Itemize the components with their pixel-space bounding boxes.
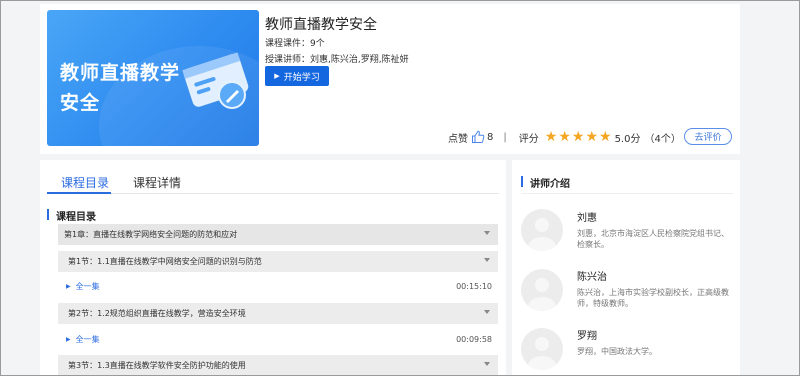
cover-title: 教师直播教学安全 xyxy=(60,62,181,114)
course-lecturers: 授课讲师：刘惠,陈兴治,罗翔,陈祉妍 xyxy=(265,55,409,65)
user-placeholder-icon xyxy=(528,278,556,311)
chapter-row[interactable]: 第1章：直播在线教学网络安全问题的防范和应对 xyxy=(58,224,498,245)
course-cover-image[interactable]: 教师直播教学安全 xyxy=(47,10,259,146)
episode-row[interactable]: ▶ 全一集 00:15:10 xyxy=(58,276,498,297)
lecturer-description: 陈兴治，上海市实验学校副校长，正高级教师，特级教师。 xyxy=(577,288,729,308)
lecturer-description: 罗翔，中国政法大学。 xyxy=(577,347,657,356)
lecturer-name: 刘惠 xyxy=(577,213,597,224)
rating-stars: ★ ★ ★ ★ ★ xyxy=(545,130,613,144)
play-triangle-icon: ▶ xyxy=(66,283,71,290)
tab-bar: 课程目录 课程详情 xyxy=(47,170,499,194)
rate-button[interactable]: 去评价 xyxy=(684,128,732,145)
star-icon: ★ xyxy=(599,129,612,145)
divider xyxy=(521,193,733,194)
avatar[interactable] xyxy=(521,209,563,251)
section-title: 第2节：1.2规范组织直播在线教学，营造安全环境 xyxy=(68,309,246,318)
section-row[interactable]: 第2节：1.2规范组织直播在线教学，营造安全环境 xyxy=(58,303,498,324)
likes-count: 8 xyxy=(487,131,494,143)
section-row[interactable]: 第1节：1.1直播在线教学中网络安全问题的识别与防范 xyxy=(58,251,498,272)
card-pencil-icon xyxy=(182,52,249,109)
episode-row[interactable]: ▶ 全一集 00:09:58 xyxy=(58,329,498,350)
lecturer-name: 陈兴治 xyxy=(577,272,607,283)
chevron-down-icon xyxy=(484,362,490,366)
star-icon: ★ xyxy=(585,129,598,145)
section-title: 第1节：1.1直播在线教学中网络安全问题的识别与防范 xyxy=(68,257,262,266)
section-row[interactable]: 第3节：1.3直播在线教学软件安全防护功能的使用 xyxy=(58,355,498,376)
thumbs-up-icon[interactable] xyxy=(471,130,485,144)
play-triangle-icon: ▶ xyxy=(66,336,71,343)
course-header-card: 教师直播教学安全 教师直播教学安全 课程课件：9个 授课讲师：刘惠,陈兴治,罗翔… xyxy=(40,4,740,154)
course-title: 教师直播教学安全 xyxy=(265,17,377,33)
episode-title: 全一集 xyxy=(75,282,100,291)
start-learning-label: 开始学习 xyxy=(283,72,320,83)
active-tab-indicator xyxy=(47,192,111,194)
star-icon: ★ xyxy=(558,129,571,145)
avatar[interactable] xyxy=(521,269,563,311)
catalog-title: 课程目录 xyxy=(47,208,96,223)
lecturer-panel-title: 讲师介绍 xyxy=(521,175,570,190)
rating-count: （4个） xyxy=(644,133,681,145)
star-icon: ★ xyxy=(544,129,558,145)
user-placeholder-icon xyxy=(528,337,556,370)
tab-catalog[interactable]: 课程目录 xyxy=(61,174,109,191)
lecturer-name: 罗翔 xyxy=(577,331,597,342)
play-icon: ▶ xyxy=(274,72,280,80)
catalog-card: 课程目录 课程详情 课程目录 第1章：直播在线教学网络安全问题的防范和应对 第1… xyxy=(40,160,506,376)
avatar[interactable] xyxy=(521,328,563,370)
course-count: 课程课件：9个 xyxy=(265,39,325,49)
chevron-down-icon xyxy=(484,310,490,314)
episode-duration: 00:09:58 xyxy=(456,335,492,344)
section-title: 第3节：1.3直播在线教学软件安全防护功能的使用 xyxy=(68,361,246,370)
episode-title: 全一集 xyxy=(75,335,100,344)
lecturer-card: 讲师介绍 刘惠 刘惠，北京市海淀区人民检察院党组书记、检察长。 陈兴治 陈兴治，… xyxy=(512,160,740,376)
chevron-down-icon xyxy=(484,231,490,235)
chevron-down-icon xyxy=(484,258,490,262)
user-placeholder-icon xyxy=(528,218,556,251)
rating-label: 评分 xyxy=(518,133,539,145)
star-icon: ★ xyxy=(571,129,585,145)
tab-details[interactable]: 课程详情 xyxy=(133,174,181,191)
start-learning-button[interactable]: ▶ 开始学习 xyxy=(265,66,329,86)
likes-label: 点赞 xyxy=(448,133,468,145)
episode-duration: 00:15:10 xyxy=(456,282,492,291)
lecturer-description: 刘惠，北京市海淀区人民检察院党组书记、检察长。 xyxy=(577,229,729,249)
chapter-title: 第1章：直播在线教学网络安全问题的防范和应对 xyxy=(64,230,238,239)
stats-separator: | xyxy=(503,131,507,143)
stats-row: 点赞 8 | 评分 ★ ★ ★ ★ ★ 5.0分 （4个） xyxy=(448,129,681,145)
rating-score: 5.0分 xyxy=(614,133,641,145)
